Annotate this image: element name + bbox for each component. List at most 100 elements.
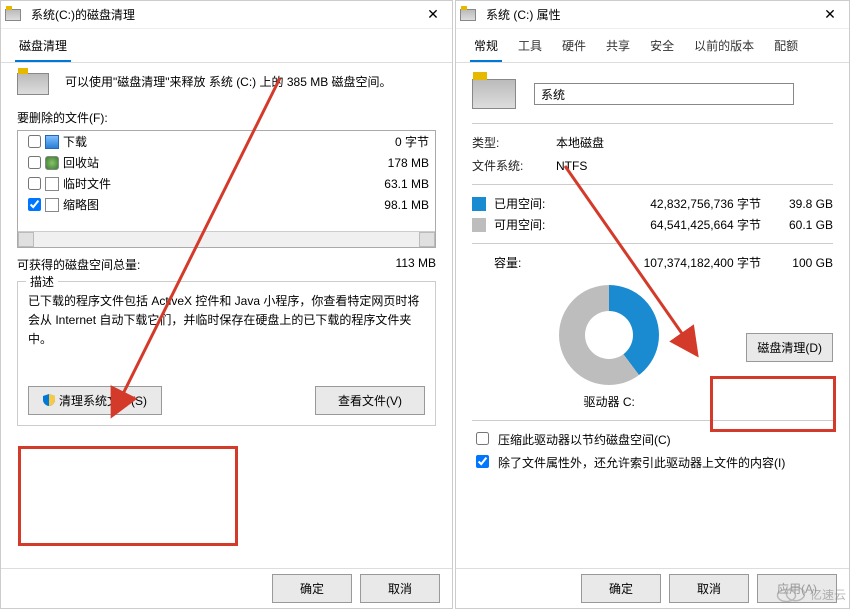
clean-system-files-button[interactable]: 清理系统文件(S) [28, 386, 162, 415]
view-files-button[interactable]: 查看文件(V) [315, 386, 425, 415]
ok-button[interactable]: 确定 [581, 574, 661, 603]
file-size: 98.1 MB [359, 198, 429, 212]
total-label: 可获得的磁盘空间总量: [17, 256, 346, 273]
total-row: 可获得的磁盘空间总量: 113 MB [17, 256, 436, 273]
file-checkbox[interactable] [28, 198, 41, 211]
tab-0[interactable]: 常规 [470, 35, 502, 62]
capacity-bytes: 107,374,182,400 字节 [570, 254, 773, 271]
filesystem-label: 文件系统: [472, 157, 556, 174]
body-right: 类型: 本地磁盘 文件系统: NTFS 已用空间: 42,832,756,736… [456, 63, 849, 568]
filesystem-value: NTFS [556, 159, 833, 173]
tab-1[interactable]: 工具 [514, 35, 546, 62]
index-checkbox-row[interactable]: 除了文件属性外，还允许索引此驱动器上文件的内容(I) [472, 454, 833, 471]
titlebar-right[interactable]: 系统 (C:) 属性 ✕ [456, 1, 849, 29]
properties-window: 系统 (C:) 属性 ✕ 常规工具硬件共享安全以前的版本配额 类型: 本地磁盘 … [455, 0, 850, 609]
intro-text: 可以使用"磁盘清理"来释放 系统 (C:) 上的 385 MB 磁盘空间。 [65, 73, 392, 90]
divider [472, 420, 833, 421]
capacity-row: 容量: 107,374,182,400 字节 100 GB [472, 254, 833, 271]
volume-name-input[interactable] [534, 83, 794, 105]
watermark: 亿速云 [776, 585, 846, 603]
drive-label: 驱动器 C: [472, 393, 746, 410]
footer-left: 确定 取消 [1, 568, 452, 608]
file-name: 回收站 [63, 154, 359, 171]
type-label: 类型: [472, 134, 556, 151]
total-value: 113 MB [346, 256, 436, 273]
shield-icon [43, 394, 55, 409]
list-item[interactable]: 下载 0 字节 [18, 131, 435, 152]
description-legend: 描述 [26, 273, 58, 290]
file-type-icon [45, 135, 59, 149]
window-title-right: 系统 (C:) 属性 [482, 6, 815, 23]
divider [472, 123, 833, 124]
compress-checkbox-row[interactable]: 压缩此驱动器以节约磁盘空间(C) [472, 431, 833, 448]
tab-6[interactable]: 配额 [770, 35, 802, 62]
list-item[interactable]: 回收站 178 MB [18, 152, 435, 173]
cancel-button[interactable]: 取消 [360, 574, 440, 603]
donut-row: 驱动器 C: 磁盘清理(D) [472, 285, 833, 410]
free-swatch-icon [472, 218, 486, 232]
description-text: 已下载的程序文件包括 ActiveX 控件和 Java 小程序，你查看特定网页时… [28, 292, 425, 350]
usage-donut-icon [559, 285, 659, 385]
file-name: 下载 [63, 133, 359, 150]
used-label: 已用空间: [494, 195, 570, 212]
used-gb: 39.8 GB [773, 197, 833, 211]
window-title-left: 系统(C:)的磁盘清理 [27, 6, 418, 23]
disk-cleanup-button[interactable]: 磁盘清理(D) [746, 333, 833, 362]
free-label: 可用空间: [494, 216, 570, 233]
file-checkbox[interactable] [28, 135, 41, 148]
description-group: 描述 已下载的程序文件包括 ActiveX 控件和 Java 小程序，你查看特定… [17, 281, 436, 426]
intro-row: 可以使用"磁盘清理"来释放 系统 (C:) 上的 385 MB 磁盘空间。 [17, 73, 436, 95]
ok-button[interactable]: 确定 [272, 574, 352, 603]
file-size: 63.1 MB [359, 177, 429, 191]
titlebar-left[interactable]: 系统(C:)的磁盘清理 ✕ [1, 1, 452, 29]
compress-label: 压缩此驱动器以节约磁盘空间(C) [498, 431, 671, 448]
free-bytes: 64,541,425,664 字节 [570, 216, 773, 233]
close-icon[interactable]: ✕ [418, 6, 448, 23]
file-checkbox[interactable] [28, 156, 41, 169]
list-item[interactable]: 临时文件 63.1 MB [18, 173, 435, 194]
used-swatch-icon [472, 197, 486, 211]
file-name: 缩略图 [63, 196, 359, 213]
tab-disk-cleanup[interactable]: 磁盘清理 [15, 35, 71, 62]
free-gb: 60.1 GB [773, 218, 833, 232]
file-type-icon [45, 156, 59, 170]
drive-icon [460, 9, 476, 21]
clean-system-files-label: 清理系统文件(S) [59, 394, 147, 408]
used-space-row: 已用空间: 42,832,756,736 字节 39.8 GB [472, 195, 833, 212]
tab-2[interactable]: 硬件 [558, 35, 590, 62]
divider [472, 243, 833, 244]
tab-4[interactable]: 安全 [646, 35, 678, 62]
type-value: 本地磁盘 [556, 134, 833, 151]
tab-3[interactable]: 共享 [602, 35, 634, 62]
compress-checkbox[interactable] [476, 432, 489, 445]
used-bytes: 42,832,756,736 字节 [570, 195, 773, 212]
drive-icon [17, 73, 49, 95]
scroll-left-icon[interactable] [18, 232, 34, 247]
file-type-icon [45, 198, 59, 212]
file-list[interactable]: 下载 0 字节 回收站 178 MB 临时文件 63.1 MB 缩略图 98.1… [17, 130, 436, 248]
file-name: 临时文件 [63, 175, 359, 192]
list-item[interactable]: 缩略图 98.1 MB [18, 194, 435, 215]
capacity-label: 容量: [494, 254, 570, 271]
watermark-text: 亿速云 [810, 586, 846, 603]
file-size: 0 字节 [359, 133, 429, 150]
drive-icon [5, 9, 21, 21]
index-checkbox[interactable] [476, 455, 489, 468]
scrollbar-horizontal[interactable] [18, 231, 435, 247]
tabs-right: 常规工具硬件共享安全以前的版本配额 [456, 29, 849, 63]
file-size: 178 MB [359, 156, 429, 170]
tab-5[interactable]: 以前的版本 [690, 35, 758, 62]
divider [472, 184, 833, 185]
tabs-left: 磁盘清理 [1, 29, 452, 63]
body-left: 可以使用"磁盘清理"来释放 系统 (C:) 上的 385 MB 磁盘空间。 要删… [1, 63, 452, 568]
capacity-gb: 100 GB [773, 256, 833, 270]
file-checkbox[interactable] [28, 177, 41, 190]
scroll-track[interactable] [34, 232, 419, 247]
scroll-right-icon[interactable] [419, 232, 435, 247]
file-type-icon [45, 177, 59, 191]
index-label: 除了文件属性外，还允许索引此驱动器上文件的内容(I) [498, 454, 785, 471]
free-space-row: 可用空间: 64,541,425,664 字节 60.1 GB [472, 216, 833, 233]
cancel-button[interactable]: 取消 [669, 574, 749, 603]
disk-cleanup-window: 系统(C:)的磁盘清理 ✕ 磁盘清理 可以使用"磁盘清理"来释放 系统 (C:)… [0, 0, 453, 609]
close-icon[interactable]: ✕ [815, 6, 845, 23]
